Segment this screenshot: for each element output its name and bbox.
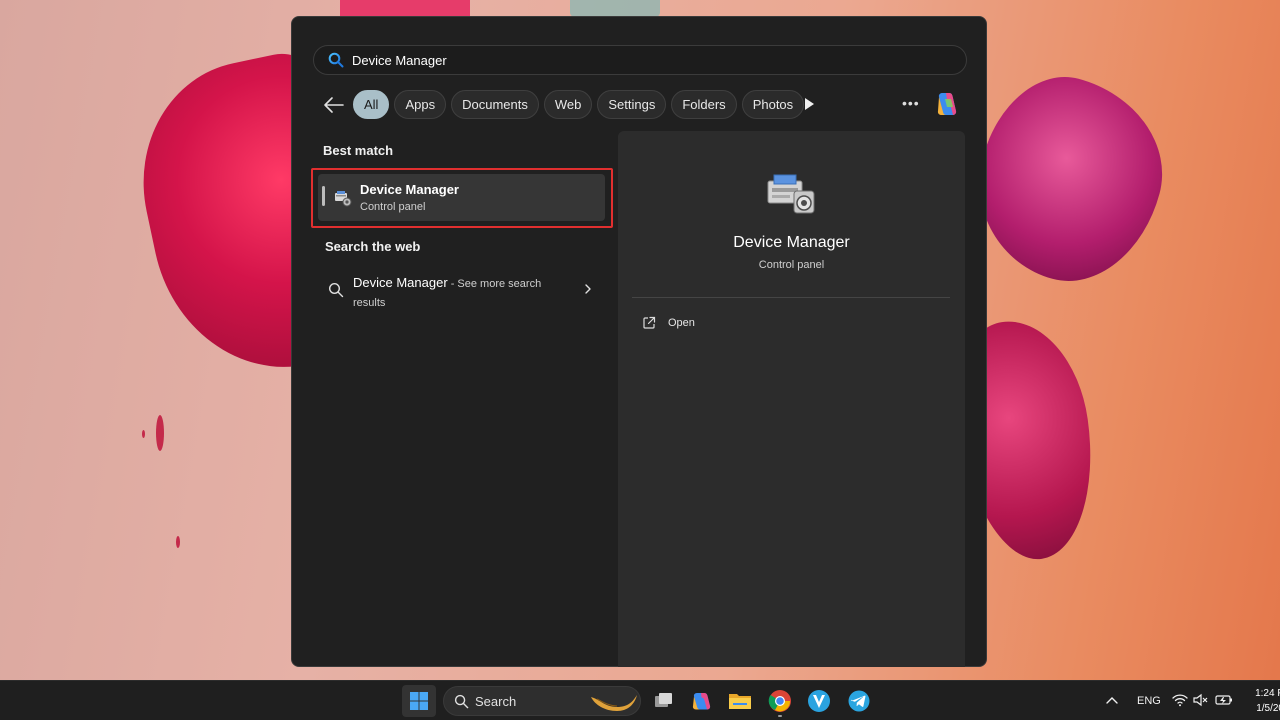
chrome-icon[interactable] [763,685,797,717]
windows-logo-icon [410,692,428,710]
open-action[interactable]: Open [642,315,762,335]
chip-folders[interactable]: Folders [671,90,737,119]
search-highlight-icon [591,695,637,711]
device-manager-large-icon [767,174,815,214]
chip-settings[interactable]: Settings [597,90,667,119]
chip-web[interactable]: Web [543,90,593,119]
preview-subtitle: Control panel [758,259,825,271]
web-result-suffix: - See more search [447,278,542,290]
best-match-result[interactable]: Device Manager Control panel [311,168,613,228]
preview-title: Device Manager [733,234,850,251]
wallpaper-shape [957,60,1183,300]
best-match-heading: Best match [323,143,394,158]
taskbar: Search ENG 1:24 1/5/2 [0,680,1280,720]
taskbar-search[interactable]: Search [443,686,641,716]
filter-chips: All Apps Documents Web Settings Folders … [353,90,805,119]
search-icon [328,52,344,68]
divider [632,297,950,298]
chip-documents[interactable]: Documents [451,90,539,119]
chip-photos[interactable]: Photos [741,90,805,119]
task-view-icon[interactable] [646,685,680,717]
copilot-taskbar-icon[interactable] [684,685,718,717]
search-web-heading: Search the web [325,239,421,254]
selection-indicator [322,186,325,206]
vpn-app-icon[interactable] [802,685,836,717]
preview-pane: Device Manager Control panel Open [618,131,965,667]
chevron-up-icon[interactable] [1105,695,1119,707]
wallpaper-shape [176,536,180,548]
back-arrow-icon[interactable] [323,96,345,114]
file-explorer-icon[interactable] [723,685,757,717]
language-indicator[interactable]: ENG [1137,695,1161,707]
result-type: Control panel [360,201,426,213]
more-chips-play-icon[interactable] [802,96,816,112]
clock[interactable]: 1:24 P 1/5/20 [1244,686,1280,716]
chip-all[interactable]: All [353,90,390,119]
search-icon [454,694,469,709]
telegram-icon[interactable] [842,685,876,717]
web-result-suffix-2: results [353,297,386,309]
web-result-name: Device Manager [353,275,448,290]
search-panel: All Apps Documents Web Settings Folders … [291,16,987,667]
open-external-icon [643,316,656,329]
search-icon [328,282,344,298]
wallpaper-shape [156,415,164,451]
more-options-icon[interactable]: ••• [902,95,920,111]
clock-date: 1/5/20 [1256,703,1280,714]
wifi-icon[interactable] [1172,693,1188,707]
web-search-result[interactable]: Device Manager - See more search results [322,272,602,312]
search-input[interactable] [352,50,952,70]
device-manager-icon [335,191,352,207]
search-box[interactable] [313,45,967,75]
copilot-icon[interactable] [933,91,961,117]
taskbar-search-label: Search [475,694,517,709]
volume-muted-icon[interactable] [1193,693,1209,707]
chip-apps[interactable]: Apps [394,90,447,119]
start-button[interactable] [402,685,436,717]
open-label: Open [668,317,695,329]
clock-time: 1:24 P [1255,688,1280,699]
chevron-right-icon [585,284,591,294]
wallpaper-shape [142,430,145,438]
web-result-text: Device Manager - See more search results [353,274,553,312]
result-name: Device Manager [360,182,459,197]
battery-charging-icon[interactable] [1215,693,1233,707]
